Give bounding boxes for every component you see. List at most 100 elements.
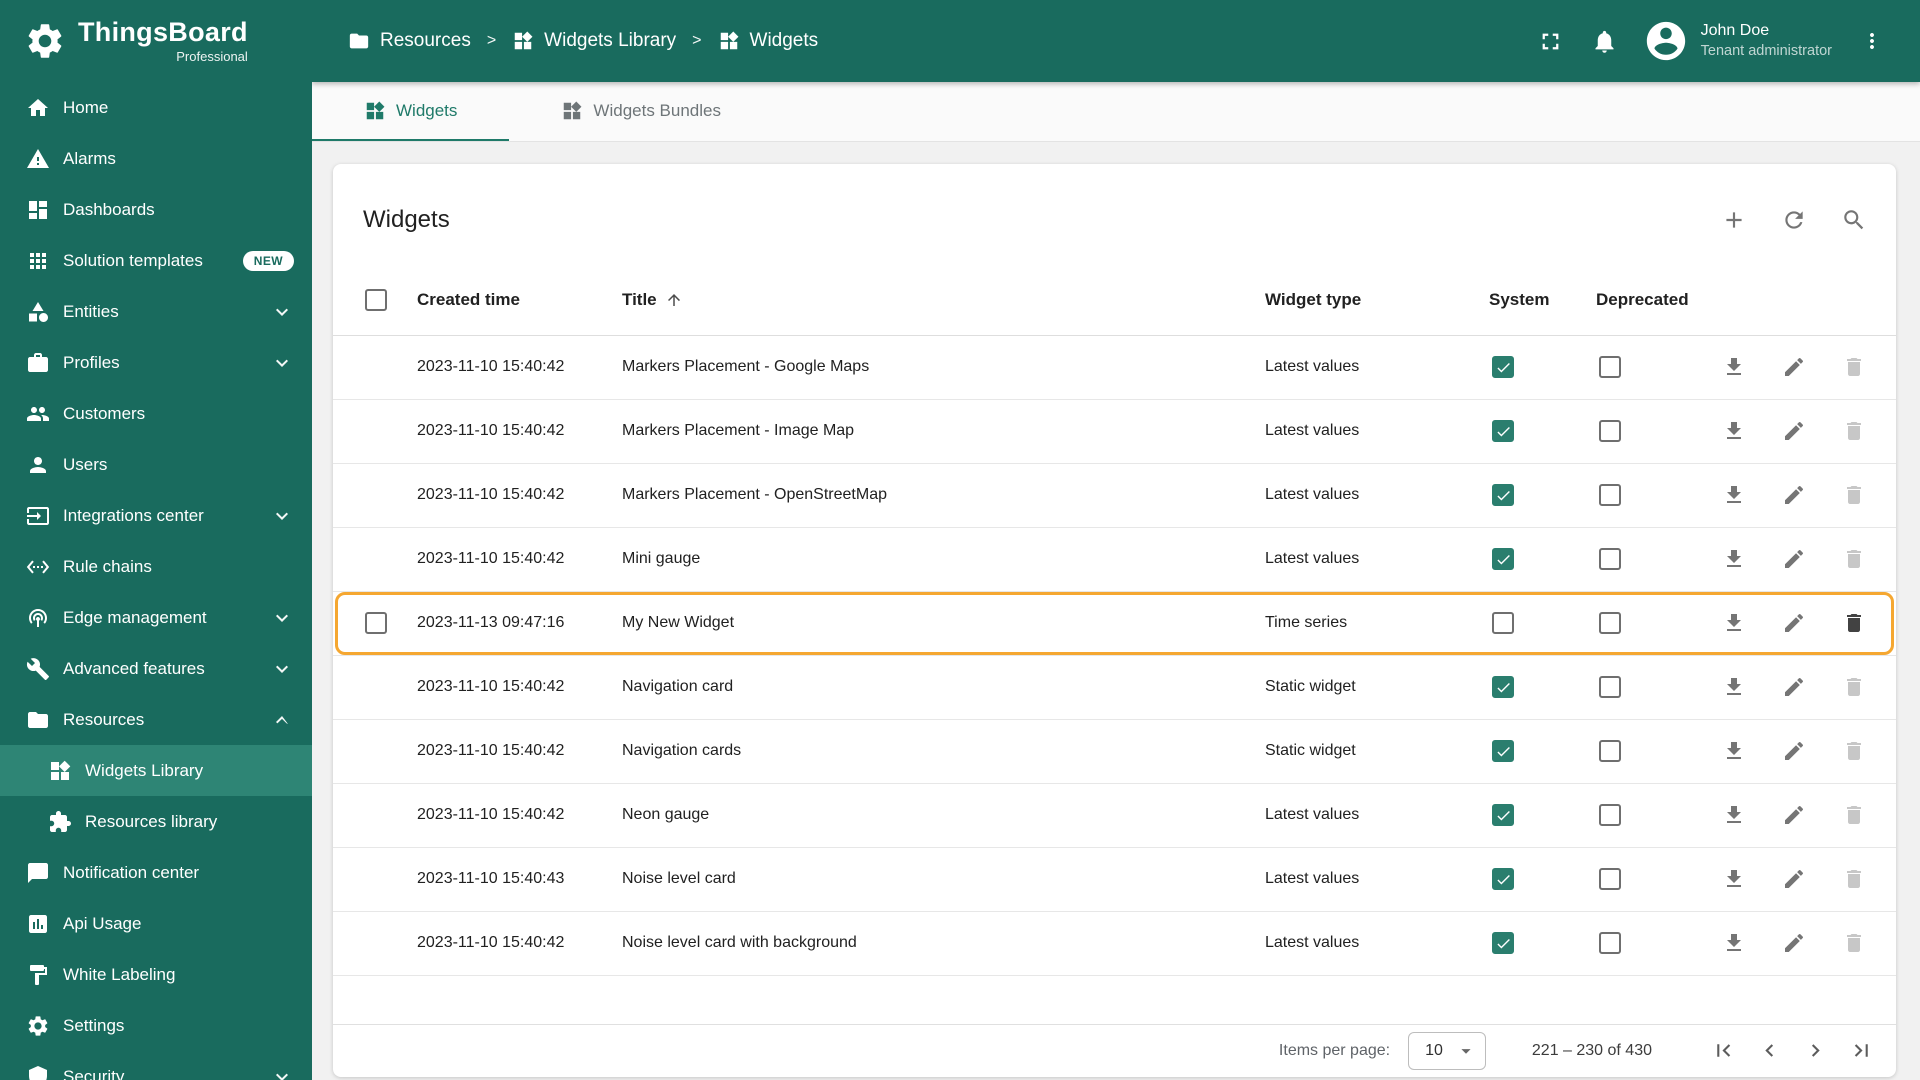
new-badge: NEW [242, 250, 294, 271]
search-button[interactable] [1834, 200, 1874, 240]
edit-button[interactable] [1774, 475, 1814, 515]
delete-button[interactable] [1834, 667, 1874, 707]
table-row[interactable]: 2023-11-10 15:40:42 Mini gauge Latest va… [333, 528, 1896, 592]
sidebar-item-integrations-center[interactable]: Integrations center [0, 490, 312, 541]
folder-icon [348, 30, 370, 52]
delete-button[interactable] [1834, 603, 1874, 643]
edit-button[interactable] [1774, 603, 1814, 643]
sidebar-item-alarms[interactable]: Alarms [0, 133, 312, 184]
download-button[interactable] [1714, 539, 1754, 579]
table-row[interactable]: 2023-11-10 15:40:42 Markers Placement - … [333, 400, 1896, 464]
sidebar-item-resources-library[interactable]: Resources library [0, 796, 312, 847]
deprecated-checkbox [1599, 420, 1621, 443]
refresh-button[interactable] [1774, 200, 1814, 240]
sidebar-item-entities[interactable]: Entities [0, 286, 312, 337]
download-button[interactable] [1714, 347, 1754, 387]
sidebar-item-dashboards[interactable]: Dashboards [0, 184, 312, 235]
previous-page-button[interactable] [1746, 1028, 1792, 1074]
table-row[interactable]: 2023-11-10 15:40:42 Markers Placement - … [333, 336, 1896, 400]
download-button[interactable] [1714, 795, 1754, 835]
page-size-select[interactable]: 10 [1408, 1031, 1486, 1070]
download-button[interactable] [1714, 667, 1754, 707]
download-button[interactable] [1714, 475, 1754, 515]
breadcrumb-widgets-library[interactable]: Widgets Library [512, 30, 676, 52]
column-header-created-time[interactable]: Created time [417, 290, 622, 310]
download-button[interactable] [1714, 731, 1754, 771]
edit-button[interactable] [1774, 411, 1814, 451]
edit-button[interactable] [1774, 667, 1814, 707]
cell-created-time: 2023-11-10 15:40:42 [417, 358, 565, 376]
column-header-widget-type[interactable]: Widget type [1265, 290, 1489, 310]
sidebar-item-widgets-library[interactable]: Widgets Library [0, 745, 312, 796]
edit-button[interactable] [1774, 539, 1814, 579]
edit-button[interactable] [1774, 795, 1814, 835]
delete-button[interactable] [1834, 731, 1874, 771]
delete-button[interactable] [1834, 475, 1874, 515]
next-page-button[interactable] [1792, 1028, 1838, 1074]
table-row[interactable]: 2023-11-10 15:40:43 Noise level card Lat… [333, 848, 1896, 912]
add-widget-button[interactable] [1714, 200, 1754, 240]
delete-button[interactable] [1834, 795, 1874, 835]
sidebar-item-home[interactable]: Home [0, 82, 312, 133]
fullscreen-button[interactable] [1527, 17, 1575, 65]
edit-button[interactable] [1774, 859, 1814, 899]
column-header-title[interactable]: Title [622, 290, 1265, 310]
cell-title: Navigation cards [622, 742, 742, 760]
breadcrumb-resources[interactable]: Resources [348, 30, 471, 52]
sidebar-item-users[interactable]: Users [0, 439, 312, 490]
table-row[interactable]: 2023-11-10 15:40:42 Navigation card Stat… [333, 656, 1896, 720]
breadcrumb-label: Widgets [749, 30, 819, 51]
sidebar-item-white-labeling[interactable]: White Labeling [0, 949, 312, 1000]
cell-title: Markers Placement - Image Map [622, 422, 855, 440]
delete-button[interactable] [1834, 859, 1874, 899]
table-row[interactable]: 2023-11-10 15:40:42 Neon gauge Latest va… [333, 784, 1896, 848]
user-menu[interactable]: John Doe Tenant administrator [1643, 18, 1832, 64]
table-row[interactable]: 2023-11-10 15:40:42 Noise level card wit… [333, 912, 1896, 976]
notifications-button[interactable] [1581, 17, 1629, 65]
table-row-selected[interactable]: 2023-11-13 09:47:16 My New Widget Time s… [333, 591, 1896, 656]
widgets-icon [561, 100, 583, 122]
select-all-checkbox[interactable] [365, 289, 387, 312]
delete-button[interactable] [1834, 347, 1874, 387]
sidebar-item-security[interactable]: Security [0, 1051, 312, 1080]
first-page-button[interactable] [1700, 1028, 1746, 1074]
tab-widgets-bundles[interactable]: Widgets Bundles [509, 82, 773, 141]
download-button[interactable] [1714, 603, 1754, 643]
paginator: Items per page: 10 221 – 230 of 430 [333, 1023, 1896, 1077]
download-icon [1722, 867, 1746, 891]
deprecated-checkbox [1599, 804, 1621, 827]
last-page-button[interactable] [1838, 1028, 1884, 1074]
sidebar-item-customers[interactable]: Customers [0, 388, 312, 439]
delete-button[interactable] [1834, 539, 1874, 579]
sidebar-item-edge-management[interactable]: Edge management [0, 592, 312, 643]
download-button[interactable] [1714, 411, 1754, 451]
table-row[interactable]: 2023-11-10 15:40:42 Navigation cards Sta… [333, 720, 1896, 784]
deprecated-checkbox [1599, 868, 1621, 891]
edit-button[interactable] [1774, 923, 1814, 963]
sidebar-item-rule-chains[interactable]: Rule chains [0, 541, 312, 592]
sidebar-item-advanced-features[interactable]: Advanced features [0, 643, 312, 694]
thingsboard-logo[interactable]: ThingsBoard Professional [0, 0, 312, 82]
edit-button[interactable] [1774, 731, 1814, 771]
breadcrumb-widgets[interactable]: Widgets [718, 30, 819, 52]
download-button[interactable] [1714, 859, 1754, 899]
sidebar-item-notification-center[interactable]: Notification center [0, 847, 312, 898]
delete-button[interactable] [1834, 411, 1874, 451]
download-button[interactable] [1714, 923, 1754, 963]
avatar [1643, 18, 1689, 64]
sidebar-item-api-usage[interactable]: Api Usage [0, 898, 312, 949]
delete-button[interactable] [1834, 923, 1874, 963]
sidebar-item-settings[interactable]: Settings [0, 1000, 312, 1051]
sidebar-item-solution-templates[interactable]: Solution templates NEW [0, 235, 312, 286]
sidebar-item-profiles[interactable]: Profiles [0, 337, 312, 388]
system-checkbox [1492, 804, 1514, 827]
tab-widgets[interactable]: Widgets [312, 82, 510, 141]
widgets-card: Widgets Created time Title Widget type S… [333, 164, 1896, 1077]
sidebar-item-resources[interactable]: Resources [0, 694, 312, 745]
more-menu-button[interactable] [1848, 17, 1896, 65]
system-checkbox [1492, 548, 1514, 571]
cell-created-time: 2023-11-10 15:40:42 [417, 742, 565, 760]
row-checkbox[interactable] [365, 612, 387, 635]
edit-button[interactable] [1774, 347, 1814, 387]
table-row[interactable]: 2023-11-10 15:40:42 Markers Placement - … [333, 464, 1896, 528]
